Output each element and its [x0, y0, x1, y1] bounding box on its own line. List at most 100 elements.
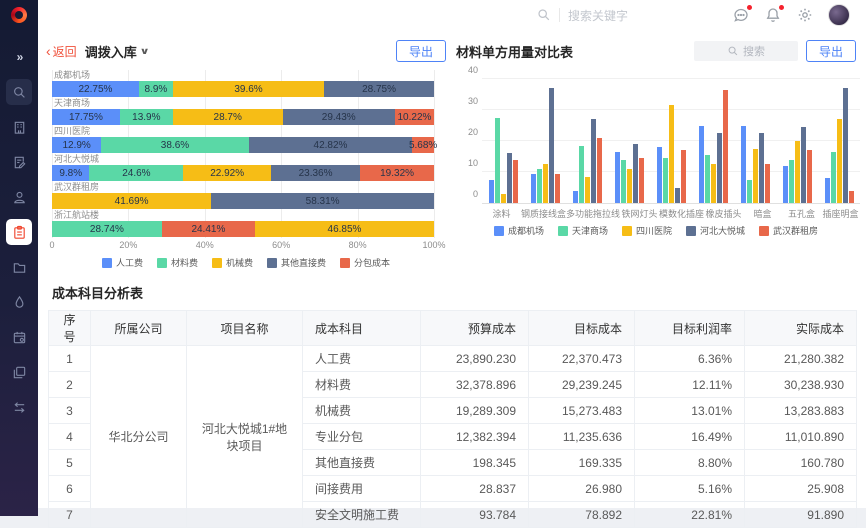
bar — [501, 194, 506, 203]
legend-item[interactable]: 河北大悦城 — [686, 224, 745, 237]
sidebar-item-company[interactable] — [6, 114, 32, 140]
bar — [495, 118, 500, 203]
chart-legend: 成都机场 天津商场 四川医院 河北大悦城 武汉群租房 — [456, 224, 856, 237]
bar-segment: 24.6% — [89, 165, 183, 181]
stacked-bar-row: 河北大悦城9.8%24.6%22.92%23.36%19.32% — [52, 154, 434, 181]
table-title: 成本科目分析表 — [52, 283, 856, 302]
stacked-bar-row: 成都机场22.75%8.9%39.6%28.75% — [52, 70, 434, 97]
legend-item[interactable]: 材料费 — [157, 256, 198, 269]
y-tick-label: 0 — [460, 189, 478, 199]
x-tick-label: 80% — [349, 240, 367, 250]
sidebar-item-search[interactable] — [6, 79, 32, 105]
bar — [801, 127, 806, 203]
legend-item[interactable]: 武汉群租房 — [759, 224, 818, 237]
drop-icon — [12, 295, 27, 310]
x-tick-label: 涂料 — [482, 207, 521, 220]
sidebar-item-users[interactable] — [6, 184, 32, 210]
sidebar-item-cost-active[interactable] — [6, 219, 32, 245]
cell-actual: 13,283.883 — [745, 398, 857, 424]
cell-actual: 30,238.930 — [745, 372, 857, 398]
legend-swatch — [622, 226, 632, 236]
bell-icon — [765, 7, 781, 23]
sidebar-item-documents[interactable] — [6, 149, 32, 175]
cell-no: 3 — [49, 398, 91, 424]
building-icon — [12, 120, 27, 135]
bar-segment: 10.22% — [395, 109, 434, 125]
x-tick-label: 橡皮插头 — [704, 207, 743, 220]
back-link[interactable]: ‹ 返回 — [46, 43, 77, 60]
sidebar-item-transfer[interactable] — [6, 394, 32, 420]
bar-segment: 5.68% — [412, 137, 434, 153]
legend-item[interactable]: 成都机场 — [494, 224, 544, 237]
cell-actual: 21,280.382 — [745, 346, 857, 372]
gear-icon — [797, 7, 813, 23]
settings-button[interactable] — [796, 6, 814, 24]
sidebar-item-files[interactable] — [6, 254, 32, 280]
chevron-down-icon: ∨ — [139, 46, 149, 57]
bar — [573, 191, 578, 203]
bar — [681, 150, 686, 203]
cell-actual: 160.780 — [745, 450, 857, 476]
legend-swatch — [686, 226, 696, 236]
column-header: 项目名称 — [187, 311, 303, 346]
bar-group — [524, 80, 566, 203]
notification-dot — [779, 5, 784, 10]
stacked-bar: 12.9%38.6%42.82%5.68% — [52, 137, 434, 153]
gridline — [482, 78, 860, 79]
cell-margin: 5.16% — [635, 476, 745, 502]
bar-segment: 19.32% — [360, 165, 434, 181]
bar — [507, 153, 512, 203]
legend-item[interactable]: 四川医院 — [622, 224, 672, 237]
bar-segment: 42.82% — [249, 137, 413, 153]
bar-segment: 28.7% — [173, 109, 283, 125]
transfer-inbound-panel: ‹ 返回 调拨入库 ∨ 导出 成都机场22.75%8.9%39.6%28.75%… — [46, 38, 446, 269]
legend-label: 武汉群租房 — [773, 224, 818, 237]
user-avatar[interactable] — [828, 4, 850, 26]
top-bar: 搜索关键字 — [0, 0, 866, 30]
cell-budget: 198.345 — [421, 450, 529, 476]
bar — [759, 133, 764, 203]
sidebar-expand-button[interactable]: » — [6, 44, 32, 70]
legend-swatch — [212, 258, 222, 268]
alerts-button[interactable] — [764, 6, 782, 24]
material-usage-panel: 材料单方用量对比表 搜索 导出 010203040 涂料钢质接线盒多功能拖拉线铁… — [456, 38, 856, 269]
bar — [663, 158, 668, 203]
export-button-left[interactable]: 导出 — [396, 40, 446, 62]
bar — [657, 147, 662, 203]
export-button-right[interactable]: 导出 — [806, 40, 856, 62]
x-tick-label: 暗盒 — [743, 207, 782, 220]
bar-group — [650, 80, 692, 203]
bar — [831, 152, 836, 203]
column-header: 目标利润率 — [635, 311, 745, 346]
legend-item[interactable]: 其他直接费 — [267, 256, 326, 269]
legend-item[interactable]: 分包成本 — [340, 256, 390, 269]
stacked-bar-row: 天津商场17.75%13.9%28.7%29.43%10.22% — [52, 98, 434, 125]
sidebar-item-materials[interactable] — [6, 289, 32, 315]
panel-title: 材料单方用量对比表 — [456, 42, 573, 61]
sidebar-item-schedule[interactable] — [6, 324, 32, 350]
bar-segment: 24.41% — [162, 221, 255, 237]
y-tick-label: 40 — [460, 65, 478, 75]
folder-icon — [12, 260, 27, 275]
bar-segment: 22.75% — [52, 81, 139, 97]
bar-group — [692, 80, 734, 203]
global-search[interactable]: 搜索关键字 — [537, 7, 628, 24]
sidebar-item-copies[interactable] — [6, 359, 32, 385]
messages-button[interactable] — [732, 6, 750, 24]
cell-budget: 28.837 — [421, 476, 529, 502]
report-title: 调拨入库 — [85, 42, 137, 61]
bar — [537, 169, 542, 203]
stacked-bar-row: 浙江航站楼28.74%24.41%46.85% — [52, 210, 434, 237]
legend-label: 河北大悦城 — [700, 224, 745, 237]
report-title-dropdown[interactable]: 调拨入库 ∨ — [85, 42, 148, 61]
app-logo[interactable] — [0, 0, 38, 30]
legend-item[interactable]: 机械费 — [212, 256, 253, 269]
y-tick-label: 10 — [460, 158, 478, 168]
x-tick-label: 钢质接线盒 — [521, 207, 566, 220]
legend-item[interactable]: 人工费 — [102, 256, 143, 269]
cell-target: 29,239.245 — [529, 372, 635, 398]
bar-group — [776, 80, 818, 203]
panel-search-input[interactable]: 搜索 — [694, 41, 798, 61]
main-content: ‹ 返回 调拨入库 ∨ 导出 成都机场22.75%8.9%39.6%28.75%… — [38, 30, 866, 508]
legend-item[interactable]: 天津商场 — [558, 224, 608, 237]
